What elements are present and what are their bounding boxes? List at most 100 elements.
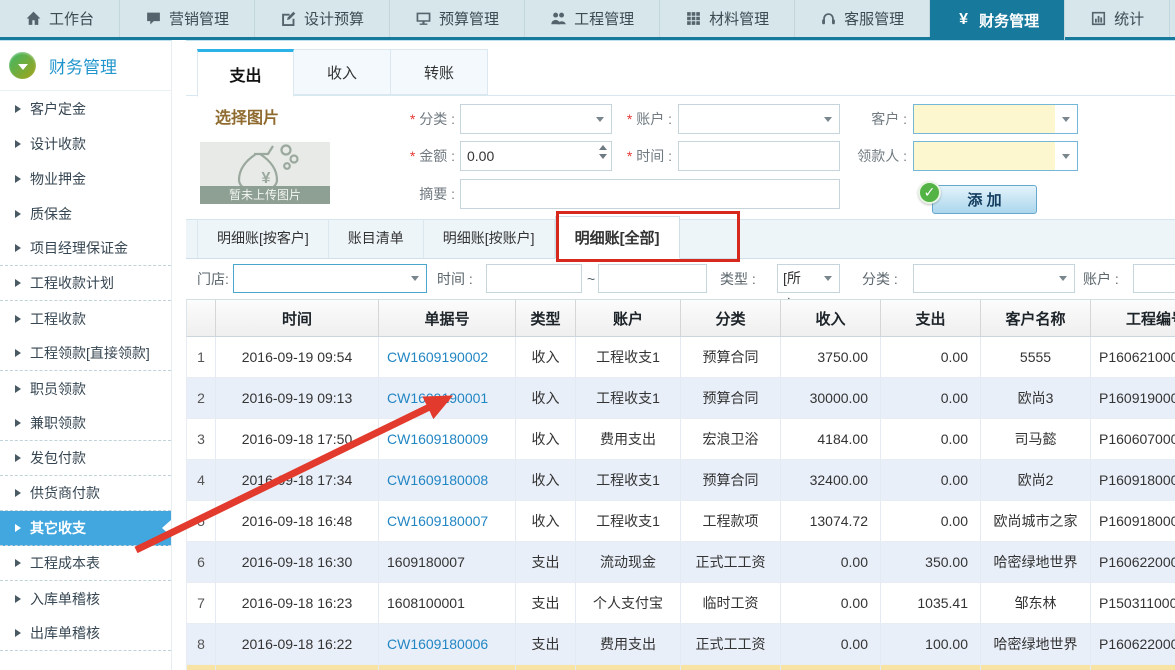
sidebar-item[interactable]: 客户定金 — [0, 91, 171, 126]
time-from-input[interactable] — [486, 264, 582, 293]
account-label: 账户 : — [572, 104, 672, 134]
sidebar-item-label: 入库单稽核 — [30, 589, 100, 609]
caret-right-icon — [15, 279, 21, 287]
cell-expense: 100.00 — [881, 624, 981, 664]
module-collapse-icon — [9, 52, 36, 79]
filter-bar: 门店: 时间 : ~ 类型 : [所有] 分类 : 账户 : — [186, 259, 1175, 299]
cell-income: 0.00 — [781, 542, 881, 582]
nav-item-edit[interactable]: 设计预算 — [255, 0, 390, 37]
chevron-down-icon — [1052, 265, 1074, 292]
table-row[interactable]: 82016-09-18 16:22CW1609180006支出费用支出正式工工资… — [186, 624, 1175, 665]
choose-image-link[interactable]: 选择图片 — [215, 104, 279, 128]
sidebar-item[interactable]: 入库单稽核 — [0, 581, 171, 616]
main-tab[interactable]: 支出 — [197, 49, 294, 97]
sidebar-item-label: 设计收款 — [30, 134, 86, 154]
sidebar-item[interactable]: 质保金 — [0, 196, 171, 231]
cell-income: 4184.00 — [781, 419, 881, 459]
sidebar-item[interactable]: 工程成本表 — [0, 546, 171, 581]
nav-item-headset[interactable]: 客服管理 — [795, 0, 930, 37]
table-row[interactable]: 62016-09-18 16:301609180007支出流动现金正式工工资0.… — [186, 542, 1175, 583]
sidebar-item[interactable]: 工程收款 — [0, 301, 171, 336]
cell-type: 收入 — [516, 378, 576, 418]
cell-income: 0.00 — [781, 583, 881, 623]
document-link[interactable]: CW1609180007 — [387, 513, 488, 529]
nav-item-label: 营销管理 — [169, 8, 229, 29]
sidebar-item[interactable]: 供货商付款 — [0, 476, 171, 511]
type-filter-select[interactable]: [所有] — [777, 264, 840, 293]
customer-select[interactable] — [913, 104, 1078, 134]
table-row[interactable]: 42016-09-18 17:34CW1609180008收入工程收支1预算合同… — [186, 460, 1175, 501]
sidebar-item[interactable]: 职员领款 — [0, 371, 171, 406]
main-tab[interactable]: 转账 — [391, 49, 488, 95]
nav-item-yen[interactable]: ¥ 财务管理 — [930, 0, 1065, 40]
nav-item-monitor[interactable]: 预算管理 — [390, 0, 525, 37]
subtab-bar: 明细账[按客户]账目清单明细账[按账户]明细账[全部] — [186, 219, 1175, 259]
subtab[interactable]: 明细账[按账户] — [424, 219, 555, 258]
sidebar-item[interactable]: 物业押金 — [0, 161, 171, 196]
nav-item-grid[interactable]: 材料管理 — [660, 0, 795, 37]
summary-input[interactable] — [460, 179, 840, 209]
subtab[interactable]: 明细账[全部] — [555, 216, 680, 259]
document-link[interactable]: CW1609190001 — [387, 390, 488, 406]
cell-project: P160919000 — [1091, 378, 1175, 418]
document-link[interactable]: CW1609190002 — [387, 349, 488, 365]
document-link[interactable]: CW1609180008 — [387, 472, 488, 488]
caret-right-icon — [15, 210, 21, 218]
chart-icon — [1090, 10, 1107, 27]
cell-customer: 哈密绿地世界 — [981, 542, 1091, 582]
cell-customer: 邹东林 — [981, 583, 1091, 623]
chevron-down-icon — [1055, 142, 1077, 170]
cell-category: 临时工资 — [681, 583, 781, 623]
account-filter-input[interactable] — [1133, 264, 1175, 293]
sidebar-item[interactable]: 项目经理保证金 — [0, 231, 171, 266]
nav-item-chat[interactable]: 营销管理 — [120, 0, 255, 37]
sidebar-item[interactable]: 发包付款 — [0, 441, 171, 476]
cell-customer: 司马懿 — [981, 419, 1091, 459]
column-header: 账户 — [576, 300, 681, 336]
document-link[interactable]: CW1609180009 — [387, 431, 488, 447]
subtab[interactable]: 账目清单 — [329, 219, 424, 258]
nav-item-chart[interactable]: 统计 — [1065, 0, 1170, 37]
table-row[interactable]: 12016-09-19 09:54CW1609190002收入工程收支1预算合同… — [186, 337, 1175, 378]
chevron-down-icon — [404, 265, 426, 292]
cell-customer: 5555 — [981, 337, 1091, 377]
sidebar-item[interactable]: 兼职领款 — [0, 406, 171, 441]
document-link[interactable]: CW1609180006 — [387, 636, 488, 652]
category-filter-select[interactable] — [913, 264, 1075, 293]
main-tab[interactable]: 收入 — [294, 49, 391, 95]
column-header — [187, 300, 216, 336]
add-button[interactable]: 添 加 — [932, 185, 1037, 214]
table-row[interactable]: 32016-09-18 17:50CW1609180009收入费用支出宏浪卫浴4… — [186, 419, 1175, 460]
store-filter-select[interactable] — [233, 264, 427, 293]
cell-income: 30000.00 — [781, 378, 881, 418]
table-row[interactable]: 72016-09-18 16:231608100001支出个人支付宝临时工资0.… — [186, 583, 1175, 624]
nav-item-users[interactable]: 工程管理 — [525, 0, 660, 37]
money-bag-icon: ¥ — [218, 142, 314, 192]
cell-project: P160607000 — [1091, 419, 1175, 459]
sidebar-item-label: 工程领款[直接领款] — [30, 343, 150, 363]
cell-income: 3750.00 — [781, 337, 881, 377]
main-content: 支出收入转账 选择图片 ¥ 暂未上传图片 分类 : 账户 : — [186, 40, 1175, 670]
nav-item-label: 客服管理 — [844, 8, 904, 29]
table-row[interactable]: 22016-09-19 09:13CW1609190001收入工程收支1预算合同… — [186, 378, 1175, 419]
cell-type: 收入 — [516, 460, 576, 500]
table-row-selected[interactable] — [186, 665, 1175, 670]
sidebar-item[interactable]: 其它收支 — [0, 511, 171, 546]
caret-right-icon — [15, 454, 21, 462]
sidebar-item[interactable]: 设计收款 — [0, 126, 171, 161]
cell-time: 2016-09-19 09:54 — [216, 337, 379, 377]
sidebar-item[interactable]: 出库单稽核 — [0, 616, 171, 651]
payee-select[interactable] — [913, 141, 1078, 171]
subtab[interactable]: 明细账[按客户] — [197, 219, 329, 258]
cell-category: 预算合同 — [681, 460, 781, 500]
sidebar-header[interactable]: 财务管理 — [0, 41, 171, 91]
table-row[interactable]: 52016-09-18 16:48CW1609180007收入工程收支1工程款项… — [186, 501, 1175, 542]
nav-item-home[interactable]: 工作台 — [0, 0, 120, 37]
sidebar-item[interactable]: 工程领款[直接领款] — [0, 336, 171, 371]
sidebar-item[interactable]: 工程收款计划 — [0, 266, 171, 301]
time-to-input[interactable] — [598, 264, 707, 293]
cell-time: 2016-09-19 09:13 — [216, 378, 379, 418]
caret-right-icon — [15, 140, 21, 148]
cell-type: 支出 — [516, 624, 576, 664]
top-nav: 工作台 营销管理 设计预算 预算管理 工程管理 材料管理 客服管理 ¥ 财务管理… — [0, 0, 1175, 40]
